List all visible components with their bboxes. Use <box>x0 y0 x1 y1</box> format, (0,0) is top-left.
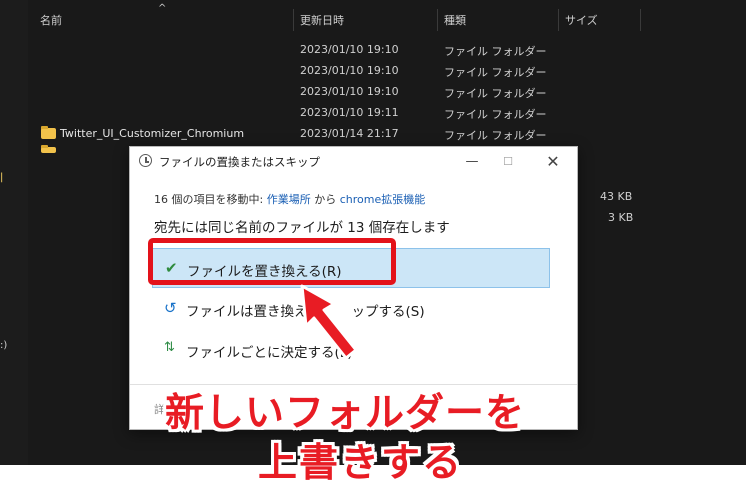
column-divider[interactable] <box>293 9 294 31</box>
file-row[interactable]: 2023/01/10 19:10 ファイル フォルダー <box>0 40 746 60</box>
clock-icon <box>139 154 152 167</box>
source-folder-link[interactable]: 作業場所 <box>267 193 311 206</box>
row-modified: 2023/01/10 19:10 <box>300 85 399 98</box>
column-divider[interactable] <box>558 9 559 31</box>
row-type: ファイル フォルダー <box>444 66 547 79</box>
column-header-name[interactable]: 名前 <box>40 12 62 28</box>
conflict-message: 宛先には同じ名前のファイルが 13 個存在します <box>154 220 450 236</box>
row-type: ファイル フォルダー <box>444 45 547 58</box>
file-row[interactable]: 2023/01/10 19:10 ファイル フォルダー <box>0 82 746 102</box>
nav-item-fragment[interactable]: :) <box>0 340 7 351</box>
annotation-line-1: 新しいフォルダーを <box>165 391 526 436</box>
row-type: ファイル フォルダー <box>444 87 547 100</box>
move-prefix: 16 個の項目を移動中: <box>154 193 267 206</box>
file-row[interactable]: 2023/01/10 19:10 ファイル フォルダー <box>0 61 746 81</box>
decide-icon: ⇅ <box>164 340 175 355</box>
minimize-button[interactable]: — <box>457 151 487 173</box>
skip-arrow-icon: ↺ <box>164 299 177 317</box>
row-type: ファイル フォルダー <box>444 129 547 142</box>
file-row[interactable]: 2023/01/10 19:11 ファイル フォルダー <box>0 103 746 123</box>
row-size: 43 KB <box>600 190 633 203</box>
row-type: ファイル フォルダー <box>444 108 547 121</box>
column-header-row: ^ 名前 更新日時 種類 サイズ <box>0 3 746 31</box>
row-modified: 2023/01/10 19:10 <box>300 43 399 56</box>
nav-item-fragment[interactable]: | <box>0 172 3 183</box>
red-arrow-icon <box>300 284 358 360</box>
folder-icon <box>41 126 56 139</box>
row-modified: 2023/01/10 19:11 <box>300 106 399 119</box>
row-size: 3 KB <box>608 211 634 224</box>
row-name: Twitter_UI_Customizer_Chromium <box>60 127 245 140</box>
move-status: 16 個の項目を移動中: 作業場所 から chrome拡張機能 <box>154 191 425 207</box>
column-header-size[interactable]: サイズ <box>565 12 598 28</box>
folder-icon <box>41 145 56 153</box>
dialog-title: ファイルの置換またはスキップ <box>159 155 320 169</box>
column-header-type[interactable]: 種類 <box>444 12 466 28</box>
file-row[interactable]: Twitter_UI_Customizer_Chromium 2023/01/1… <box>0 124 746 144</box>
column-header-modified[interactable]: 更新日時 <box>300 12 344 28</box>
row-modified: 2023/01/10 19:10 <box>300 64 399 77</box>
from-word: から <box>310 193 340 206</box>
row-modified: 2023/01/14 21:17 <box>300 127 399 140</box>
column-divider[interactable] <box>437 9 438 31</box>
close-button[interactable]: ✕ <box>538 151 568 173</box>
annotation-line-2: 上書きする <box>258 441 464 486</box>
dialog-titlebar[interactable]: ファイルの置換またはスキップ — ☐ ✕ <box>130 147 577 177</box>
maximize-button[interactable]: ☐ <box>493 151 523 173</box>
sort-caret-icon: ^ <box>158 3 167 14</box>
column-divider[interactable] <box>640 9 641 31</box>
destination-folder-link[interactable]: chrome拡張機能 <box>340 193 426 206</box>
